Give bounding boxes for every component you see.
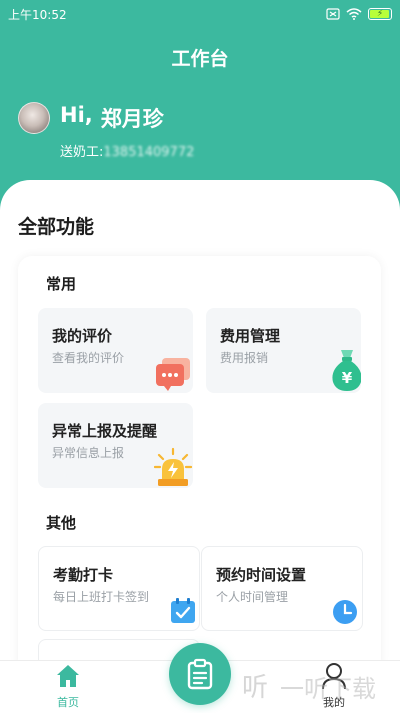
tile-subtitle: 每日上班打卡签到: [53, 590, 150, 604]
watermark-text: 一听下载: [280, 674, 376, 703]
greeting-prefix: Hi,: [60, 103, 93, 127]
role-line: 送奶工:13851409772: [60, 141, 194, 160]
calendar-check-icon: [171, 598, 195, 623]
watermark: 听 一听下载: [240, 668, 376, 704]
battery-charging-icon: ⚡: [368, 8, 392, 20]
tile-title: 异常上报及提醒: [52, 422, 158, 440]
tile-subtitle: 个人时间管理: [216, 590, 289, 604]
tile-appointment-time[interactable]: 预约时间设置 个人时间管理: [201, 546, 363, 631]
function-card: 常用 我的评价 查看我的评价 费用管理 费用报销 ¥ 异常上报及提醒 异常信息上…: [18, 256, 381, 679]
watermark-logo-icon: 听: [242, 673, 268, 703]
tile-subtitle: 费用报销: [220, 351, 269, 365]
clipboard-icon: [187, 658, 213, 690]
tile-exception-report[interactable]: 异常上报及提醒 异常信息上报: [38, 403, 193, 488]
group-title-other: 其他: [46, 514, 77, 532]
user-name: 郑月珍: [100, 107, 164, 131]
status-bar: 上午10:52 ⚡: [0, 0, 400, 28]
money-bag-icon: ¥: [332, 350, 361, 391]
role-label: 送奶工:: [60, 145, 104, 160]
page-title: 工作台: [171, 48, 229, 70]
svg-text:听: 听: [242, 673, 268, 703]
nav-home[interactable]: 首页: [40, 660, 96, 713]
comment-bubble-icon: [156, 358, 190, 391]
phone-number: 13851409772: [103, 145, 195, 160]
home-icon: [57, 665, 79, 687]
tile-title: 我的评价: [52, 327, 113, 345]
nav-home-label: 首页: [57, 696, 79, 709]
status-time: 上午10:52: [8, 7, 67, 22]
tile-expense-management[interactable]: 费用管理 费用报销 ¥: [206, 308, 361, 393]
tile-subtitle: 查看我的评价: [52, 351, 125, 365]
group-title-common: 常用: [46, 275, 77, 293]
alarm-light-icon: [154, 447, 192, 486]
tile-title: 费用管理: [220, 327, 281, 345]
section-title: 全部功能: [18, 216, 95, 238]
greeting: Hi, 郑月珍: [60, 103, 164, 133]
tile-my-reviews[interactable]: 我的评价 查看我的评价: [38, 308, 193, 393]
tile-subtitle: 异常信息上报: [52, 446, 125, 460]
wifi-icon: [346, 8, 362, 20]
sim-icon: [326, 8, 340, 20]
svg-text:¥: ¥: [342, 369, 353, 387]
clock-icon: [333, 600, 357, 624]
tile-title: 考勤打卡: [53, 566, 114, 584]
center-action-button[interactable]: [169, 643, 231, 705]
tile-attendance[interactable]: 考勤打卡 每日上班打卡签到: [38, 546, 200, 631]
tile-title: 预约时间设置: [216, 566, 307, 584]
avatar[interactable]: [18, 102, 50, 134]
